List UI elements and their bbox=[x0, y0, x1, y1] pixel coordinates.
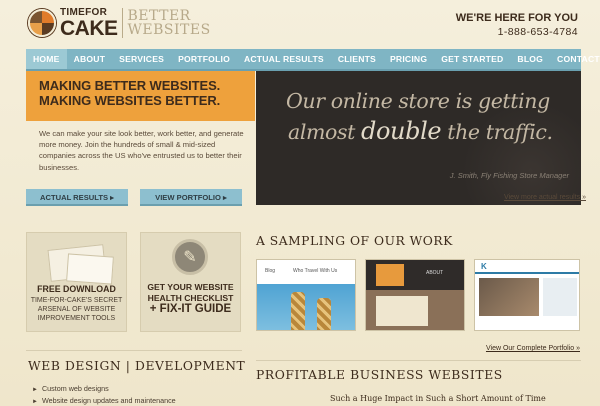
thumb1-image bbox=[257, 284, 355, 330]
thumb2-about: ABOUT bbox=[426, 270, 444, 276]
list-item: ► Custom web designs bbox=[32, 384, 176, 396]
divider bbox=[256, 360, 581, 361]
thumb1-nav-item: Blog bbox=[265, 268, 276, 274]
tagline: BETTER WEBSITES bbox=[128, 9, 211, 37]
hero-intro: MAKING BETTER WEBSITES. MAKING WEBSITES … bbox=[26, 71, 255, 220]
more-results-link[interactable]: View more actual results » bbox=[504, 194, 586, 201]
thumb2-logo bbox=[376, 264, 404, 286]
bullet-arrow-icon: ► bbox=[32, 387, 38, 393]
list-item-label: Custom web designs bbox=[41, 384, 109, 393]
logo-top-text: TIMEFOR bbox=[60, 6, 108, 18]
checklist-line-2: HEALTH CHECKLIST bbox=[147, 292, 234, 303]
thumb3-sidebar bbox=[543, 278, 577, 316]
wrench-icon: ✎ bbox=[172, 239, 208, 275]
logo[interactable]: TIMEFOR CAKE BETTER WEBSITES bbox=[28, 6, 211, 40]
portfolio-thumb-1[interactable]: Blog Who Travel With Us bbox=[256, 259, 356, 331]
giraffe-image bbox=[291, 292, 305, 330]
bullet-arrow-icon: ► bbox=[32, 399, 38, 405]
divider bbox=[26, 350, 242, 351]
nav-item-portfolio[interactable]: PORTFOLIO bbox=[171, 49, 237, 69]
profitable-websites-title: PROFITABLE BUSINESS WEBSITES bbox=[256, 368, 503, 382]
main-nav: HOME ABOUT SERVICES PORTFOLIO ACTUAL RES… bbox=[26, 49, 600, 71]
nav-item-contact[interactable]: CONTACT bbox=[550, 49, 600, 69]
thumb1-nav-item: Who Travel With Us bbox=[293, 268, 338, 274]
checklist-line-1: GET YOUR WEBSITE bbox=[147, 282, 234, 292]
portfolio-thumb-3[interactable]: K bbox=[474, 259, 580, 331]
nav-item-about[interactable]: ABOUT bbox=[67, 49, 113, 69]
contact-title: WE'RE HERE FOR YOU bbox=[455, 12, 578, 24]
tagline-line-1: BETTER bbox=[127, 8, 191, 24]
testimonial-banner: Our online store is getting almost doubl… bbox=[256, 71, 581, 205]
testimonial-quote-line-1: Our online store is getting bbox=[286, 89, 550, 113]
free-download-promo[interactable]: FREE DOWNLOAD TIME-FOR-CAKE'S SECRET ARS… bbox=[26, 232, 127, 332]
thumb3-header bbox=[475, 260, 579, 274]
thumb3-logo: K bbox=[481, 262, 487, 271]
list-item: ► Website design updates and maintenance bbox=[32, 396, 176, 406]
tagline-line-2: WEBSITES bbox=[127, 22, 211, 38]
thumb2-card bbox=[376, 296, 428, 326]
list-item-label: Website design updates and maintenance bbox=[41, 396, 176, 405]
hero-copy: We can make your site look better, work … bbox=[39, 129, 244, 172]
profitable-websites-subtitle: Such a Huge Impact in Such a Short Amoun… bbox=[330, 394, 546, 403]
header: TIMEFOR CAKE BETTER WEBSITES WE'RE HERE … bbox=[0, 0, 600, 44]
thumb3-photo bbox=[479, 278, 539, 316]
view-portfolio-button[interactable]: VIEW PORTFOLIO ▸ bbox=[140, 189, 242, 206]
contact-phone[interactable]: 1-888-653-4784 bbox=[456, 26, 578, 38]
nav-item-get-started[interactable]: GET STARTED bbox=[434, 49, 510, 69]
sampling-title: A SAMPLING OF OUR WORK bbox=[256, 234, 453, 248]
health-checklist-promo[interactable]: ✎ GET YOUR WEBSITE HEALTH CHECKLIST + FI… bbox=[140, 232, 241, 332]
testimonial-attribution: J. Smith, Fly Fishing Store Manager bbox=[449, 171, 569, 180]
actual-results-button[interactable]: ACTUAL RESULTS ▸ bbox=[26, 189, 128, 206]
testimonial-quote-line-2: almost double the traffic. bbox=[288, 117, 553, 145]
quote-emphasis: double bbox=[361, 117, 442, 145]
nav-item-pricing[interactable]: PRICING bbox=[383, 49, 434, 69]
free-download-text: TIME-FOR-CAKE'S SECRET ARSENAL OF WEBSIT… bbox=[30, 297, 123, 322]
portfolio-thumb-2[interactable]: ABOUT bbox=[365, 259, 465, 331]
nav-item-services[interactable]: SERVICES bbox=[112, 49, 171, 69]
cake-logo-icon bbox=[28, 9, 56, 37]
web-design-title: WEB DESIGN | DEVELOPMENT bbox=[28, 359, 246, 373]
nav-item-home[interactable]: HOME bbox=[26, 49, 67, 69]
quote-pre: almost bbox=[288, 120, 362, 144]
nav-item-blog[interactable]: BLOG bbox=[510, 49, 550, 69]
logo-wordmark: TIMEFOR CAKE bbox=[60, 6, 118, 40]
hero-headline-box: MAKING BETTER WEBSITES. MAKING WEBSITES … bbox=[26, 71, 255, 121]
contact-block: WE'RE HERE FOR YOU 1-888-653-4784 bbox=[456, 12, 578, 38]
hero-headline-2: MAKING WEBSITES BETTER. bbox=[39, 93, 221, 108]
logo-divider bbox=[121, 8, 123, 38]
logo-big-text: CAKE bbox=[60, 16, 118, 40]
health-checklist-text: GET YOUR WEBSITE HEALTH CHECKLIST + FIX-… bbox=[141, 282, 240, 315]
nav-item-clients[interactable]: CLIENTS bbox=[331, 49, 383, 69]
quote-post: the traffic. bbox=[441, 120, 553, 144]
free-download-title: FREE DOWNLOAD bbox=[37, 284, 116, 294]
thumb1-nav: Blog Who Travel With Us bbox=[257, 260, 355, 282]
checklist-line-3: + FIX-IT GUIDE bbox=[149, 303, 232, 315]
giraffe-image bbox=[317, 298, 331, 330]
page: TIMEFOR CAKE BETTER WEBSITES WE'RE HERE … bbox=[0, 0, 600, 406]
document-icon bbox=[66, 253, 114, 285]
complete-portfolio-link[interactable]: View Our Complete Portfolio » bbox=[486, 345, 580, 352]
hero-headline-1: MAKING BETTER WEBSITES. bbox=[39, 78, 221, 93]
nav-item-actual-results[interactable]: ACTUAL RESULTS bbox=[237, 49, 331, 69]
services-list: ► Custom web designs ► Website design upda… bbox=[32, 384, 176, 406]
